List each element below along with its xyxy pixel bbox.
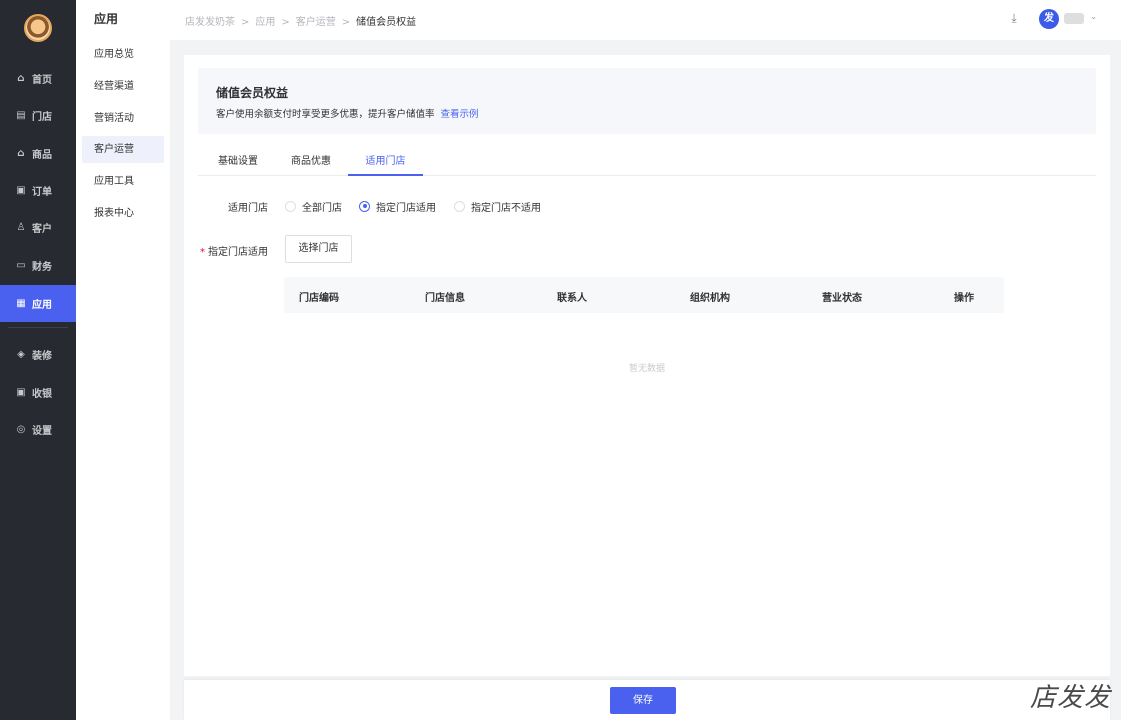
subnav-item-tools[interactable]: 应用工具 bbox=[82, 168, 164, 195]
radio-excluded-stores[interactable]: 指定门店不适用 bbox=[454, 199, 541, 214]
subnav-item-reports[interactable]: 报表中心 bbox=[82, 200, 164, 227]
breadcrumb-item[interactable]: 店发发奶茶 bbox=[185, 17, 235, 28]
nav-label: 设置 bbox=[32, 425, 52, 437]
breadcrumb-separator: > bbox=[341, 17, 351, 28]
nav-label: 订单 bbox=[32, 186, 52, 198]
page-title: 储值会员权益 bbox=[216, 86, 289, 100]
bag-icon: ⌂ bbox=[17, 147, 25, 159]
nav-item-store[interactable]: ▤ 门店 bbox=[0, 98, 76, 132]
avatar[interactable]: 发 bbox=[1039, 9, 1059, 29]
wallet-icon: ▭ bbox=[16, 259, 26, 271]
decor-icon: ◈ bbox=[17, 348, 25, 360]
nav-item-decor[interactable]: ◈ 装修 bbox=[0, 337, 76, 371]
nav-item-cashier[interactable]: ▣ 收银 bbox=[0, 375, 76, 409]
apps-icon: ▦ bbox=[16, 298, 26, 309]
nav-label: 装修 bbox=[32, 350, 52, 362]
tab-bar: 基础设置 商品优惠 适用门店 bbox=[198, 148, 1096, 176]
cashier-icon: ▣ bbox=[16, 386, 26, 398]
footer-bar: 保存 bbox=[184, 680, 1110, 720]
chevron-down-icon[interactable]: ⌄ bbox=[1090, 12, 1097, 21]
radio-circle bbox=[454, 200, 465, 212]
nav-label: 财务 bbox=[32, 261, 52, 273]
nav-item-home[interactable]: ⌂ 首页 bbox=[0, 61, 76, 95]
scope-label: 适用门店 bbox=[228, 203, 268, 214]
download-icon[interactable]: ⤓ bbox=[1007, 11, 1021, 27]
breadcrumb-item[interactable]: 应用 bbox=[255, 17, 275, 28]
specified-stores-label-text: 指定门店适用 bbox=[208, 247, 268, 258]
store-icon: ▤ bbox=[16, 109, 26, 121]
breadcrumb-current: 储值会员权益 bbox=[356, 17, 417, 28]
breadcrumb: 店发发奶茶 > 应用 > 客户运营 > 储值会员权益 bbox=[185, 13, 416, 28]
banner-desc-text: 客户使用余额支付时享受更多优惠，提升客户储值率 bbox=[216, 109, 435, 120]
nav-item-customer[interactable]: ♙ 客户 bbox=[0, 210, 76, 244]
view-example-link[interactable]: 查看示例 bbox=[441, 109, 479, 120]
nav-label: 商品 bbox=[32, 149, 52, 161]
nav-item-apps[interactable]: ▦ 应用 bbox=[0, 285, 76, 322]
radio-label: 全部门店 bbox=[302, 202, 342, 214]
user-icon: ♙ bbox=[16, 221, 26, 233]
user-name-masked[interactable] bbox=[1064, 13, 1084, 24]
col-actions: 操作 bbox=[954, 293, 974, 304]
nav-label: 门店 bbox=[32, 111, 52, 123]
tab-product-discount[interactable]: 商品优惠 bbox=[289, 152, 333, 176]
save-button[interactable]: 保存 bbox=[610, 687, 676, 714]
empty-state: 暂无数据 bbox=[628, 364, 665, 374]
secondary-sidebar: 应用 应用总览 经营渠道 营销活动 客户运营 应用工具 报表中心 bbox=[76, 0, 170, 720]
breadcrumb-item[interactable]: 客户运营 bbox=[296, 17, 336, 28]
subnav-item-marketing[interactable]: 营销活动 bbox=[82, 105, 164, 132]
settings-icon: ◎ bbox=[16, 423, 26, 435]
col-business-status: 营业状态 bbox=[822, 293, 862, 304]
table-header: 门店编码 门店信息 联系人 组织机构 营业状态 操作 bbox=[284, 277, 1004, 313]
nav-item-settings[interactable]: ◎ 设置 bbox=[0, 412, 76, 446]
subnav-title: 应用 bbox=[94, 12, 119, 26]
select-store-button[interactable]: 选择门店 bbox=[285, 235, 352, 263]
home-icon: ⌂ bbox=[17, 72, 25, 84]
top-bar: 店发发奶茶 > 应用 > 客户运营 > 储值会员权益 ⤓ 发 ⌄ bbox=[170, 0, 1121, 40]
radio-label: 指定门店适用 bbox=[376, 202, 436, 214]
breadcrumb-separator: > bbox=[241, 17, 250, 28]
info-banner: 储值会员权益 客户使用余额支付时享受更多优惠，提升客户储值率 查看示例 bbox=[198, 68, 1096, 134]
radio-label: 指定门店不适用 bbox=[471, 202, 541, 214]
col-organization: 组织机构 bbox=[690, 293, 730, 304]
watermark-text: 店发发 bbox=[1029, 683, 1111, 713]
nav-item-goods[interactable]: ⌂ 商品 bbox=[0, 136, 76, 170]
main-sidebar: ⌂ 首页 ▤ 门店 ⌂ 商品 ▣ 订单 ♙ 客户 ▭ 财务 ▦ 应用 ◈ 装修 ▣ 收银 ◎ 设置 bbox=[0, 0, 76, 720]
tab-applicable-stores[interactable]: 适用门店 bbox=[348, 152, 423, 176]
nav-label: 客户 bbox=[32, 223, 52, 235]
brand-logo[interactable] bbox=[24, 14, 52, 42]
required-mark: * bbox=[200, 247, 205, 258]
radio-circle bbox=[285, 200, 296, 212]
radio-all-stores[interactable]: 全部门店 bbox=[285, 199, 342, 214]
order-icon: ▣ bbox=[16, 184, 26, 196]
nav-item-finance[interactable]: ▭ 财务 bbox=[0, 248, 76, 282]
radio-specified-stores[interactable]: 指定门店适用 bbox=[359, 199, 436, 214]
subnav-item-overview[interactable]: 应用总览 bbox=[82, 41, 164, 68]
col-contact: 联系人 bbox=[557, 293, 587, 304]
col-store-code: 门店编码 bbox=[299, 293, 339, 304]
content-panel: 储值会员权益 客户使用余额支付时享受更多优惠，提升客户储值率 查看示例 基础设置 … bbox=[184, 55, 1110, 676]
nav-label: 应用 bbox=[32, 300, 52, 311]
nav-label: 首页 bbox=[32, 74, 52, 86]
nav-label: 收银 bbox=[32, 388, 52, 400]
nav-item-order[interactable]: ▣ 订单 bbox=[0, 173, 76, 207]
breadcrumb-separator: > bbox=[281, 17, 290, 28]
subnav-item-customer-ops[interactable]: 客户运营 bbox=[82, 136, 164, 163]
banner-desc: 客户使用余额支付时享受更多优惠，提升客户储值率 查看示例 bbox=[216, 106, 1078, 120]
radio-circle bbox=[359, 200, 370, 212]
sidebar-divider bbox=[8, 327, 68, 328]
specified-stores-label: * 指定门店适用 bbox=[198, 243, 268, 258]
subnav-item-channels[interactable]: 经营渠道 bbox=[82, 73, 164, 100]
col-store-info: 门店信息 bbox=[425, 293, 465, 304]
tab-basic-settings[interactable]: 基础设置 bbox=[216, 152, 260, 176]
